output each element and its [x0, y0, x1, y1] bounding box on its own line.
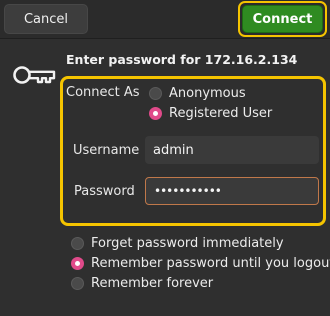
forget-radio[interactable]: [71, 237, 84, 250]
logout-label: Remember password until you logout: [91, 256, 330, 271]
connect-button[interactable]: Connect: [242, 5, 323, 33]
password-value: •••••••••••: [154, 184, 222, 198]
logout-radio[interactable]: [71, 257, 84, 270]
username-field[interactable]: admin: [145, 136, 319, 164]
dialog-title: Enter password for 172.16.2.134: [66, 52, 298, 67]
forever-radio[interactable]: [71, 277, 84, 290]
forget-label: Forget password immediately: [91, 236, 284, 251]
password-label: Password: [74, 184, 135, 199]
registered-user-label: Registered User: [169, 106, 273, 121]
registered-user-option[interactable]: Registered User: [149, 106, 272, 121]
connect-as-label: Connect As: [66, 85, 140, 100]
remember-option-forget[interactable]: Forget password immediately: [71, 236, 284, 251]
anonymous-radio[interactable]: [149, 87, 162, 100]
remember-option-logout[interactable]: Remember password until you logout: [71, 256, 330, 271]
username-value: admin: [153, 142, 194, 158]
anonymous-option[interactable]: Anonymous: [149, 86, 246, 101]
key-icon: [13, 66, 56, 84]
cancel-button[interactable]: Cancel: [4, 4, 88, 34]
anonymous-label: Anonymous: [169, 86, 246, 101]
username-label: Username: [73, 143, 140, 158]
registered-user-radio[interactable]: [149, 107, 162, 120]
remember-option-forever[interactable]: Remember forever: [71, 276, 213, 291]
forever-label: Remember forever: [91, 276, 214, 291]
password-field[interactable]: •••••••••••: [145, 177, 319, 205]
